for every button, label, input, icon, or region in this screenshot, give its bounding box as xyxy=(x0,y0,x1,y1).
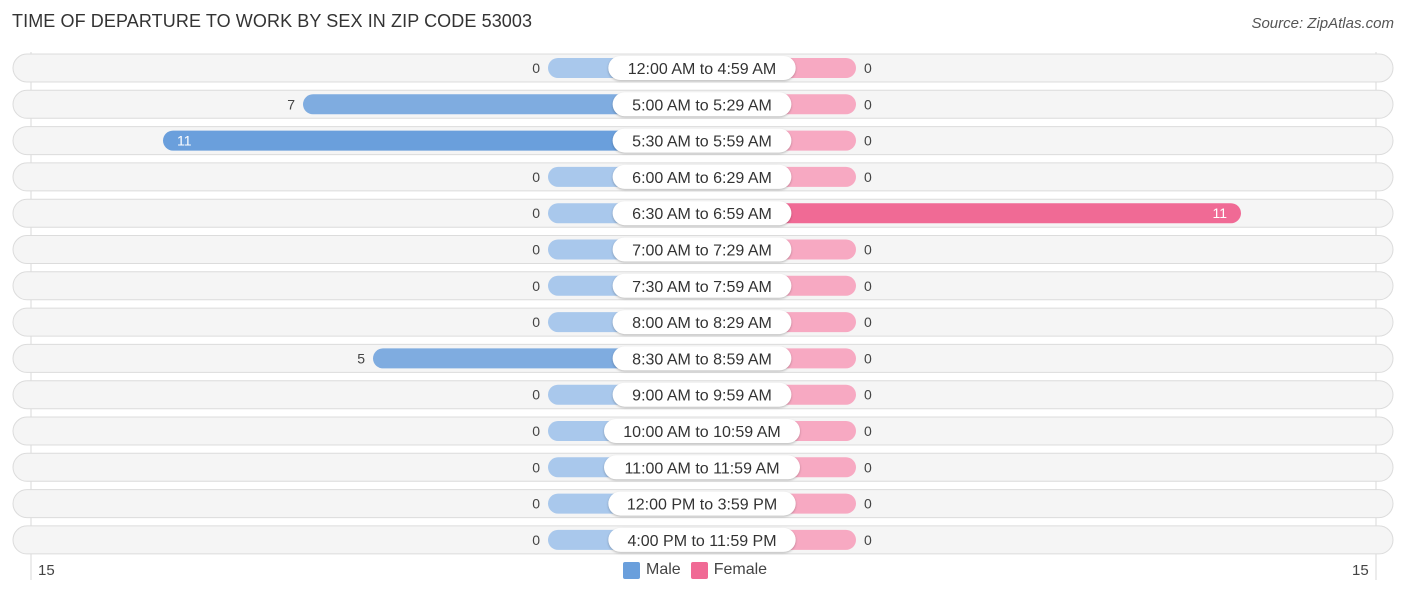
value-label-female: 0 xyxy=(864,496,872,512)
category-label: 10:00 AM to 10:59 AM xyxy=(623,424,780,441)
legend-item-female[interactable]: Female xyxy=(690,561,768,579)
value-label-female: 0 xyxy=(864,350,872,366)
axis-left-max-label: 15 xyxy=(38,562,55,579)
value-label-male: 0 xyxy=(532,423,540,439)
value-label-male: 0 xyxy=(532,278,540,294)
value-label-female: 0 xyxy=(864,314,872,330)
value-label-female: 0 xyxy=(864,60,872,76)
category-label: 8:00 AM to 8:29 AM xyxy=(632,315,772,332)
value-label-male: 0 xyxy=(532,387,540,403)
legend: Male Female xyxy=(623,561,777,579)
legend-swatch-female xyxy=(690,561,708,579)
value-label-female: 11 xyxy=(1212,205,1227,221)
value-label-male: 0 xyxy=(532,459,540,475)
value-label-male: 5 xyxy=(357,350,365,366)
value-label-female: 0 xyxy=(864,387,872,403)
value-label-female: 0 xyxy=(864,423,872,439)
value-label-male: 11 xyxy=(177,133,192,149)
value-label-male: 7 xyxy=(287,96,295,112)
category-label: 11:00 AM to 11:59 AM xyxy=(624,460,779,477)
legend-swatch-male xyxy=(623,561,640,579)
category-label: 4:00 PM to 11:59 PM xyxy=(627,533,776,550)
chart-canvas: 0 0 12:00 AM to 4:59 AM 7 0 5:00 AM to 5:29 A… xyxy=(12,52,1394,580)
category-label: 7:00 AM to 7:29 AM xyxy=(632,243,772,260)
value-label-male: 0 xyxy=(532,532,540,548)
value-label-male: 0 xyxy=(532,60,540,76)
category-label: 6:30 AM to 6:59 AM xyxy=(632,206,772,223)
value-label-female: 0 xyxy=(864,459,872,475)
category-label: 8:30 AM to 8:59 AM xyxy=(632,351,772,368)
value-label-female: 0 xyxy=(864,96,872,112)
category-label: 6:00 AM to 6:29 AM xyxy=(632,170,772,187)
value-label-male: 0 xyxy=(532,242,540,258)
legend-label-male: Male xyxy=(646,561,681,578)
value-label-female: 0 xyxy=(864,278,872,294)
axis-right-max-label: 15 xyxy=(1352,562,1369,579)
value-label-female: 0 xyxy=(864,532,872,548)
category-label: 12:00 PM to 3:59 PM xyxy=(627,497,777,514)
legend-item-male[interactable]: Male xyxy=(623,561,681,579)
legend-label-female: Female xyxy=(713,561,768,578)
value-label-female: 0 xyxy=(864,169,872,185)
value-label-male: 0 xyxy=(532,314,540,330)
category-label: 5:00 AM to 5:29 AM xyxy=(632,97,772,114)
category-label: 12:00 AM to 4:59 AM xyxy=(628,61,777,78)
value-label-male: 0 xyxy=(532,205,540,221)
category-label: 9:00 AM to 9:59 AM xyxy=(632,388,772,405)
value-label-male: 0 xyxy=(532,496,540,512)
category-label: 5:30 AM to 5:59 AM xyxy=(632,134,772,151)
value-label-male: 0 xyxy=(532,169,540,185)
category-label: 7:30 AM to 7:59 AM xyxy=(632,279,772,296)
value-label-female: 0 xyxy=(864,133,872,149)
value-label-female: 0 xyxy=(864,242,872,258)
